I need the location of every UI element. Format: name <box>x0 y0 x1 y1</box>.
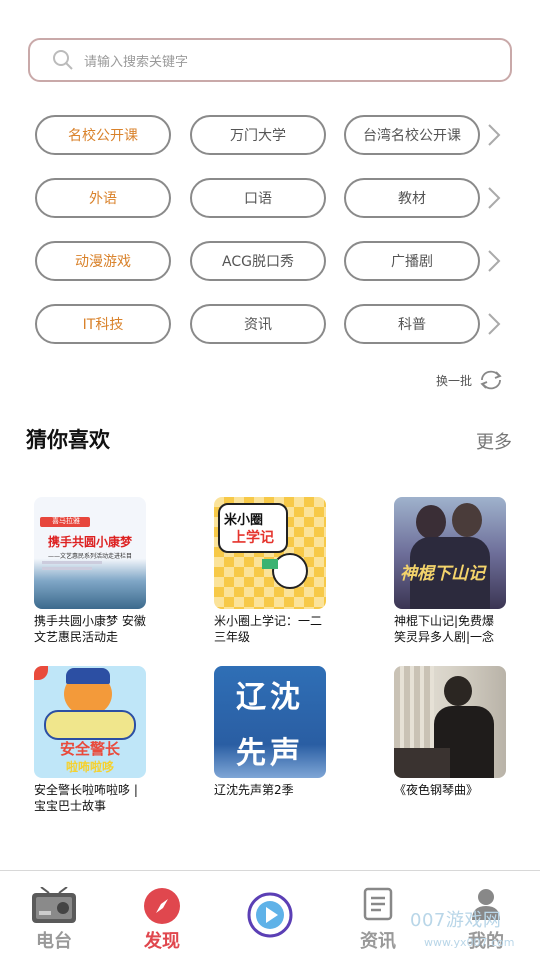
cover-subtitle: 啦咘啦哆 <box>65 760 114 774</box>
category-chip[interactable]: 教材 <box>344 178 480 218</box>
album-title: 携手共圆小康梦 安徽文艺惠民活动走 <box>34 614 146 644</box>
cover-brand: 喜马拉雅 <box>52 517 80 525</box>
cover-subtitle: 先声 <box>236 736 304 771</box>
refresh-icon <box>480 370 502 390</box>
album-card[interactable]: 米小圈 上学记 米小圈上学记：一二三年级 <box>214 497 330 645</box>
album-card[interactable]: 喜马拉雅 携手共圆小康梦 ——文艺惠民系列活动走进栏目 携手共圆小康梦 安徽文艺… <box>34 497 150 645</box>
album-title: 神棍下山记|免费爆笑灵异多人剧|一念 <box>394 614 495 644</box>
category-chip[interactable]: IT科技 <box>35 304 171 344</box>
cover-title: 米小圈 <box>224 513 264 528</box>
category-chip[interactable]: 外语 <box>35 178 171 218</box>
watermark-url: www.yx007.com <box>424 936 515 949</box>
category-chip[interactable]: 口语 <box>190 178 326 218</box>
cover-title: 携手共圆小康梦 <box>47 535 132 549</box>
category-chip[interactable]: 资讯 <box>190 304 326 344</box>
cover-title: 安全警长 <box>59 740 120 758</box>
album-cover: 喜马拉雅 携手共圆小康梦 ——文艺惠民系列活动走进栏目 <box>34 497 146 609</box>
cover-title: 辽沈 <box>236 680 304 715</box>
album-title: 米小圈上学记：一二三年级 <box>214 614 323 644</box>
chevron-right-icon[interactable] <box>486 248 502 274</box>
chevron-right-icon[interactable] <box>486 311 502 337</box>
album-title: 《夜色钢琴曲》 <box>394 783 479 797</box>
tab-play[interactable] <box>216 871 324 960</box>
cover-subtitle: 上学记 <box>232 530 274 546</box>
watermark: 007游戏网 <box>410 910 502 931</box>
album-cover: 米小圈 上学记 <box>214 497 326 609</box>
cover-subtitle: ——文艺惠民系列活动走进栏目 <box>47 553 132 560</box>
tab-label: 电台 <box>36 931 72 952</box>
album-card[interactable]: 安全警长 啦咘啦哆 安全警长啦咘啦哆 | 宝宝巴士故事 <box>34 666 150 814</box>
compass-icon <box>144 888 180 924</box>
album-cover: 安全警长 啦咘啦哆 <box>34 666 146 778</box>
album-cover <box>394 666 506 778</box>
section-title: 猜你喜欢 <box>26 428 110 452</box>
album-card[interactable]: 辽沈 先声 辽沈先声第2季 <box>214 666 330 798</box>
category-chip[interactable]: 台湾名校公开课 <box>344 115 480 155</box>
album-cover: 辽沈 先声 <box>214 666 326 778</box>
chevron-right-icon[interactable] <box>486 122 502 148</box>
search-icon <box>53 50 73 70</box>
chevron-right-icon[interactable] <box>486 185 502 211</box>
radio-icon <box>32 887 76 923</box>
category-chip[interactable]: 万门大学 <box>190 115 326 155</box>
tab-radio[interactable]: 电台 <box>0 871 108 960</box>
category-chip[interactable]: 广播剧 <box>344 241 480 281</box>
play-icon <box>247 892 293 938</box>
refresh-button[interactable]: 换一批 <box>436 368 506 392</box>
tab-discover[interactable]: 发现 <box>108 871 216 960</box>
tab-label: 发现 <box>144 931 180 952</box>
category-chip[interactable]: 动漫游戏 <box>35 241 171 281</box>
album-cover: 神棍下山记 <box>394 497 506 609</box>
album-title: 安全警长啦咘啦哆 | 宝宝巴士故事 <box>34 783 138 813</box>
category-chip[interactable]: 科普 <box>344 304 480 344</box>
category-chip[interactable]: ACG脱口秀 <box>190 241 326 281</box>
cover-title: 神棍下山记 <box>400 564 485 584</box>
category-chip[interactable]: 名校公开课 <box>35 115 171 155</box>
album-card[interactable]: 神棍下山记 神棍下山记|免费爆笑灵异多人剧|一念 <box>394 497 510 645</box>
more-link[interactable]: 更多 <box>476 428 512 454</box>
news-icon <box>363 887 393 921</box>
search-input[interactable]: 请输入搜索关键字 <box>28 38 512 82</box>
album-title: 辽沈先声第2季 <box>214 783 294 797</box>
refresh-label: 换一批 <box>436 373 473 388</box>
search-placeholder: 请输入搜索关键字 <box>84 54 189 70</box>
album-card[interactable]: 《夜色钢琴曲》 <box>394 666 510 798</box>
